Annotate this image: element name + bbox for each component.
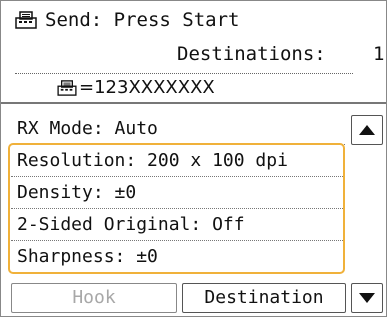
scroll-up-button[interactable] [351,115,383,145]
list-item-sharpness[interactable]: Sharpness: ±0 [11,241,345,272]
destinations-line: Destinations: 1 [177,41,384,67]
fax-number: =123XXXXXXX [79,77,215,98]
destinations-label: Destinations: [177,43,326,65]
list-item-2-sided-original[interactable]: 2-Sided Original: Off [11,209,345,241]
triangle-down-icon [359,293,375,303]
triangle-up-icon [359,125,375,135]
fax-send-screen: Send: Press Start Destinations: 1 =123XX… [0,0,387,317]
destination-button[interactable]: Destination [182,283,346,313]
scroll-down-button[interactable] [351,283,383,313]
fax-number-line: =123XXXXXXX [57,75,215,101]
list-item-rx-mode[interactable]: RX Mode: Auto [11,113,345,145]
fax-icon [57,80,77,96]
list-item-resolution[interactable]: Resolution: 200 x 100 dpi [11,145,345,177]
settings-list: RX Mode: Auto Resolution: 200 x 100 dpi … [11,113,345,272]
header-divider [15,73,353,74]
status-text: Send: Press Start [45,9,240,31]
list-item-density[interactable]: Density: ±0 [11,177,345,209]
destinations-count: 1 [373,43,385,65]
hook-button[interactable]: Hook [11,283,177,313]
status-line: Send: Press Start [15,7,239,33]
send-status-header: Send: Press Start Destinations: 1 =123XX… [1,1,386,104]
fax-icon [15,11,37,29]
